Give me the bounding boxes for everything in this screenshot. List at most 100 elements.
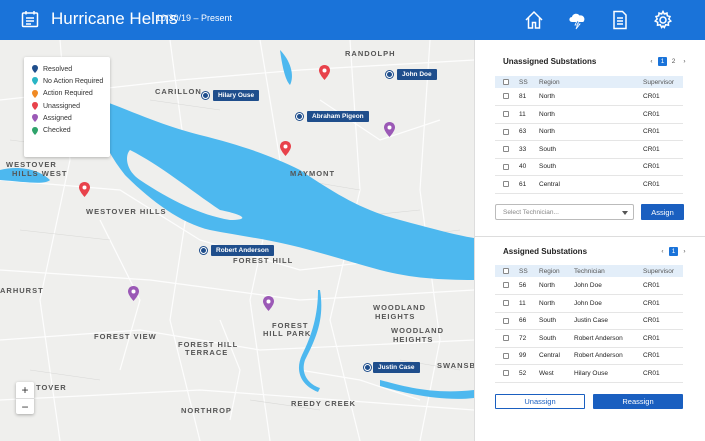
region-cell: Central [539, 175, 643, 194]
map-view[interactable]: RANDOLPH CARILLON WESTOVER HILLS WEST MA… [0, 40, 474, 441]
page-1-button[interactable]: 1 [658, 57, 667, 66]
region-cell: North [539, 88, 643, 106]
calendar-list-icon [21, 11, 39, 28]
table-row[interactable]: 11 North John Doe CR01 [495, 294, 683, 313]
assigned-pin[interactable] [128, 286, 139, 301]
pin-icon [32, 65, 38, 74]
table-row[interactable]: 99 Central Robert Anderson CR01 [495, 347, 683, 365]
unassigned-pin[interactable] [79, 182, 90, 197]
technician-tag[interactable]: John Doe [397, 69, 437, 80]
report-button[interactable] [608, 8, 632, 32]
technician-tag[interactable]: Robert Anderson [211, 245, 274, 256]
technician-cell: Hilary Ouse [574, 364, 643, 383]
row-checkbox[interactable] [503, 163, 509, 170]
prev-page-button[interactable]: ‹ [658, 247, 667, 256]
pin-icon [32, 89, 38, 98]
row-checkbox[interactable] [503, 181, 509, 188]
zoom-out-button[interactable]: − [16, 398, 34, 414]
ss-cell: 56 [519, 277, 539, 295]
legend-item: Checked [32, 124, 110, 136]
table-row[interactable]: 61 Central CR01 [495, 175, 683, 194]
row-checkbox[interactable] [503, 370, 509, 377]
assigned-pin[interactable] [263, 296, 274, 311]
page-1-button[interactable]: 1 [669, 247, 678, 256]
row-checkbox[interactable] [503, 146, 509, 153]
ss-cell: 33 [519, 140, 539, 159]
assigned-pagination: ‹ 1 › [656, 247, 689, 256]
table-row[interactable]: 33 South CR01 [495, 140, 683, 159]
table-row[interactable]: 40 South CR01 [495, 158, 683, 176]
unassigned-pin[interactable] [319, 65, 330, 80]
technician-select[interactable]: Select Technician... [495, 204, 634, 220]
supervisor-cell: CR01 [643, 347, 683, 365]
storm-button[interactable] [565, 8, 589, 32]
assign-button[interactable]: Assign [641, 204, 684, 220]
table-row[interactable]: 81 North CR01 [495, 88, 683, 106]
unassigned-title: Unassigned Substations [503, 57, 597, 66]
table-row[interactable]: 63 North CR01 [495, 123, 683, 141]
pin-icon [32, 102, 38, 111]
ss-cell: 11 [519, 294, 539, 313]
legend-label: Checked [43, 127, 71, 135]
storm-cloud-icon [569, 13, 585, 30]
region-cell: North [539, 294, 574, 313]
map-label: CARILLON [155, 87, 202, 96]
row-checkbox[interactable] [503, 300, 509, 307]
document-icon [613, 10, 627, 30]
legend-item: Action Required [32, 88, 110, 100]
ss-cell: 66 [519, 312, 539, 330]
assigned-pin[interactable] [384, 122, 395, 137]
pin-icon [32, 114, 38, 123]
select-all-checkbox[interactable] [503, 267, 509, 274]
unassigned-pin[interactable] [280, 141, 291, 156]
reassign-button[interactable]: Reassign [593, 394, 683, 409]
home-icon [525, 10, 543, 29]
home-button[interactable] [522, 8, 546, 32]
prev-page-button[interactable]: ‹ [647, 57, 656, 66]
ss-cell: 99 [519, 347, 539, 365]
column-header: Technician [574, 265, 643, 277]
row-checkbox[interactable] [503, 128, 509, 135]
row-checkbox[interactable] [503, 317, 509, 324]
region-cell: North [539, 277, 574, 295]
table-row[interactable]: 56 North John Doe CR01 [495, 277, 683, 295]
map-legend: Resolved No Action Required Action Requi… [24, 57, 110, 157]
column-header: SS [519, 265, 539, 277]
technician-marker-dot [296, 113, 303, 120]
next-page-button[interactable]: › [680, 57, 689, 66]
technician-tag[interactable]: Justin Case [373, 362, 420, 373]
row-checkbox[interactable] [503, 282, 509, 289]
supervisor-cell: CR01 [643, 88, 683, 106]
map-label: TOVER [36, 383, 67, 392]
technician-cell: John Doe [574, 294, 643, 313]
ss-cell: 40 [519, 158, 539, 176]
unassigned-pagination: ‹ 1 2 › [645, 57, 689, 66]
map-label: TERRACE [185, 348, 229, 357]
unassigned-table: SS Region Supervisor 81 North CR01 11 North… [495, 76, 683, 194]
technician-tag[interactable]: Hilary Ouse [213, 90, 260, 101]
technician-select-placeholder: Select Technician... [503, 209, 559, 216]
row-checkbox[interactable] [503, 93, 509, 100]
region-cell: South [539, 158, 643, 176]
unassign-button[interactable]: Unassign [495, 394, 585, 409]
row-checkbox[interactable] [503, 335, 509, 342]
table-row[interactable]: 11 North CR01 [495, 105, 683, 124]
map-label: MAYMONT [290, 169, 336, 178]
settings-button[interactable] [651, 8, 675, 32]
table-row[interactable]: 52 West Hilary Ouse CR01 [495, 364, 683, 383]
table-row[interactable]: 66 South Justin Case CR01 [495, 312, 683, 330]
next-page-button[interactable]: › [680, 247, 689, 256]
row-checkbox[interactable] [503, 352, 509, 359]
map-label: WOODLAND [373, 303, 426, 312]
map-label: WESTOVER HILLS [86, 207, 167, 216]
technician-tag[interactable]: Abraham Pigeon [307, 111, 369, 122]
legend-item: No Action Required [32, 75, 110, 87]
region-cell: South [539, 329, 574, 348]
table-row[interactable]: 72 South Robert Anderson CR01 [495, 329, 683, 348]
zoom-in-button[interactable]: + [16, 382, 34, 398]
region-cell: South [539, 312, 574, 330]
select-all-checkbox[interactable] [503, 78, 509, 85]
page-2-button[interactable]: 2 [669, 57, 678, 66]
row-checkbox[interactable] [503, 111, 509, 118]
supervisor-cell: CR01 [643, 294, 683, 313]
